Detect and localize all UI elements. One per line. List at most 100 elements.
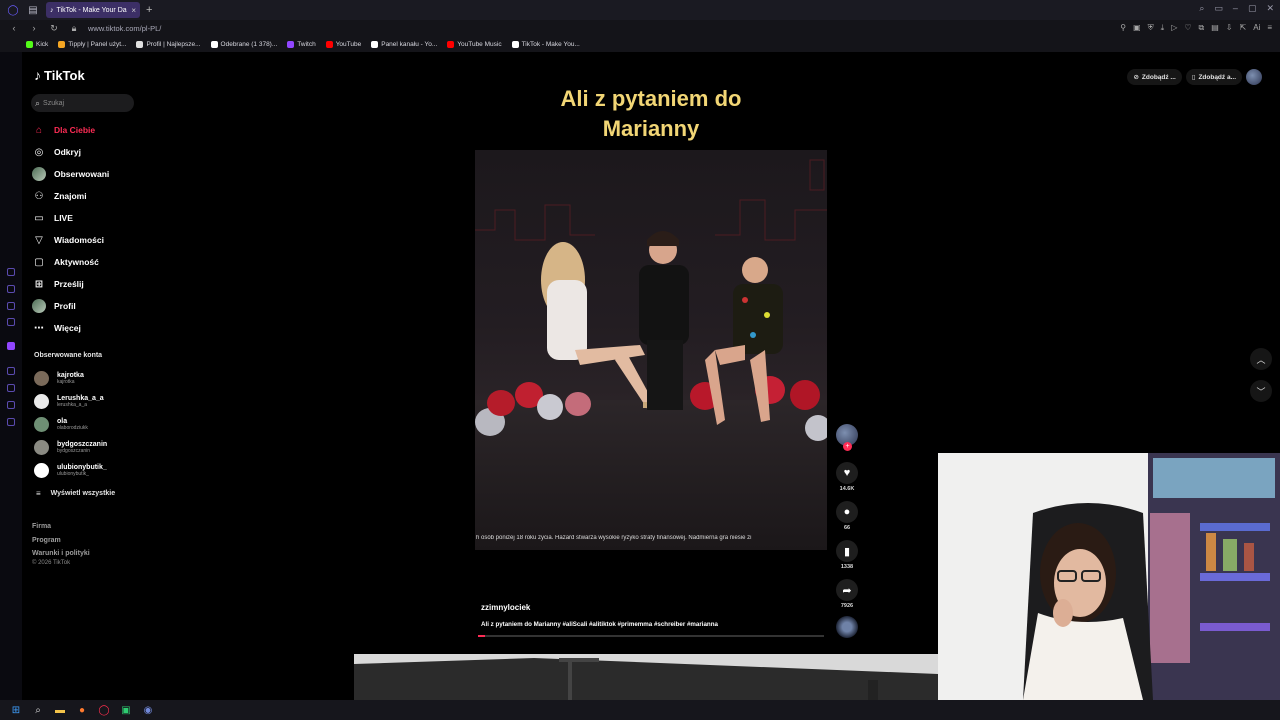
music-disc-icon[interactable] [836,616,858,638]
video-progress-bar[interactable] [478,635,824,637]
see-all-button[interactable]: ≡ Wyświetl wszystkie [36,489,115,498]
bookmark-item[interactable]: Panel kanału - Yo... [371,40,437,48]
followed-account[interactable]: ola olaborodziukk [34,413,154,436]
bookmark-item[interactable]: YouTube Music [447,40,502,48]
app-green-icon[interactable]: ▣ [120,704,132,716]
follow-plus-icon[interactable]: + [843,442,852,451]
bookmark-icon[interactable]: ▮ [836,540,858,562]
sidebar-whatsapp-icon[interactable] [7,302,15,310]
minimize-icon[interactable]: – [1233,3,1238,14]
user-avatar[interactable] [1246,69,1262,85]
next-video-icon[interactable]: ﹀ [1250,380,1272,402]
opera-menu-icon[interactable]: ◯ [6,3,20,17]
menu-icon[interactable]: ≡ [1267,23,1272,33]
bookmark-item[interactable]: Tipply | Panel użyt... [58,40,126,48]
followed-account[interactable]: ulubionybutik_ ulubionybutik_ [34,459,154,482]
followed-account[interactable]: Lerushka_a_a lerushka_a_a [34,390,154,413]
sidebar-history-icon[interactable] [7,384,15,392]
shield-icon[interactable]: ⛨ [1148,23,1154,33]
forward-icon[interactable]: › [28,23,40,33]
sidebar-messenger-icon[interactable] [7,285,15,293]
nav-item-9[interactable]: ⋯ Więcej [32,317,142,339]
extensions-icon[interactable]: ⧉ [1199,23,1205,33]
followed-account[interactable]: bydgoszczanin bydgoszczanin [34,436,154,459]
wallet-icon[interactable]: ▤ [1211,23,1219,33]
previous-video-icon[interactable]: ︿ [1250,348,1272,370]
maximize-icon[interactable]: ▢ [1248,3,1257,14]
nav-item-5[interactable]: ▽ Wiadomości [32,229,142,251]
footer-link-program[interactable]: Program [32,534,90,548]
tab-tiktok[interactable]: ♪ TikTok - Make Your Da × [46,2,140,18]
profile-icon [32,299,46,313]
nav-item-0[interactable]: ⌂ Dla Ciebie [32,119,142,141]
nav-item-8[interactable]: Profil [32,295,142,317]
windows-search-icon[interactable]: ⌕ [32,704,44,716]
like-action[interactable]: ♥ 14.6K [836,462,858,492]
opera-gx-icon[interactable]: ◯ [98,704,110,716]
sidebar-bookmarks-icon[interactable] [7,401,15,409]
sidebar-settings-icon[interactable] [7,418,15,426]
download-icon[interactable]: ⤓ [1161,23,1165,33]
file-explorer-icon[interactable]: ▬ [54,704,66,716]
nav-item-1[interactable]: ◎ Odkryj [32,141,142,163]
snapshot-icon[interactable]: ▭ [1214,3,1223,14]
pin-icon[interactable]: ⚲ [1120,23,1126,33]
windows-start-icon[interactable]: ⊞ [10,704,22,716]
reload-icon[interactable]: ↻ [48,23,60,34]
nav-label: Odkryj [54,147,81,157]
save-action[interactable]: ▮ 1338 [836,540,858,570]
discord-icon[interactable]: ◉ [142,704,154,716]
nav-item-2[interactable]: Obserwowani [32,163,142,185]
account-name: bydgoszczanin [57,441,108,448]
footer-link-company[interactable]: Firma [32,520,90,534]
heart-icon[interactable]: ♥ [836,462,858,484]
lock-icon: 🔒︎ [71,22,77,33]
play-icon[interactable]: ▷ [1171,23,1177,33]
new-tab-icon[interactable]: + [146,4,152,16]
bookmark-item[interactable]: Profil | Najlepsze... [136,40,201,48]
video-player[interactable] [475,150,827,550]
share-icon[interactable]: ⇱ [1240,23,1247,33]
bookmark-item[interactable]: TikTok - Make You... [511,40,580,48]
get-coins-button[interactable]: ⊘ Zdobądź ... [1127,69,1182,85]
video-author[interactable]: zzimnylociek [481,603,530,612]
sidebar-player-icon[interactable] [7,367,15,375]
bookmark-item[interactable]: Odebrane (1 378)... [210,40,278,48]
tab-list-icon[interactable]: ▤ [26,3,40,17]
get-app-button[interactable]: ▯ Zdobądź a... [1185,69,1242,85]
bookmark-item[interactable]: Twitch [287,40,316,48]
search-tabs-icon[interactable]: ⌕ [1199,3,1204,14]
share-action[interactable]: ➦ 7926 [836,579,858,609]
downloads-icon[interactable]: ⇩ [1226,23,1233,33]
bookmark-item[interactable]: YouTube [325,40,361,48]
nav-item-6[interactable]: ▢ Aktywność [32,251,142,273]
bookmark-label: Odebrane (1 378)... [220,40,278,48]
next-video-preview[interactable] [354,654,938,700]
bookmark-item[interactable]: Kick [26,40,48,48]
search-input[interactable]: Szukaj [43,100,64,107]
share-arrow-icon[interactable]: ➦ [836,579,858,601]
comment-action[interactable]: ● 66 [836,501,858,531]
tab-close-icon[interactable]: × [131,6,136,15]
footer-link-terms[interactable]: Warunki i polityki [32,547,90,561]
sidebar-aria-icon[interactable] [7,268,15,276]
back-icon[interactable]: ‹ [8,23,20,33]
nav-item-7[interactable]: ⊞ Prześlij [32,273,142,295]
close-window-icon[interactable]: ✕ [1266,3,1274,14]
url-input[interactable]: www.tiktok.com/pl-PL/ [88,24,161,33]
followed-account[interactable]: kajrotka kajrotka [34,367,154,390]
sidebar-instagram-icon[interactable] [7,318,15,326]
firefox-icon[interactable]: ● [76,704,88,716]
brand-name: TikTok [44,67,85,83]
nav-item-3[interactable]: ⚇ Znajomi [32,185,142,207]
tiktok-logo[interactable]: ♪ TikTok [34,67,85,83]
search-box[interactable]: ⌕ Szukaj [31,94,134,112]
camera-icon[interactable]: ▣ [1133,23,1141,33]
heart-icon[interactable]: ♡ [1184,23,1191,33]
account-handle: lerushka_a_a [57,402,88,408]
bookmark-favicon-icon [287,40,295,48]
sidebar-twitch-icon[interactable] [7,342,15,350]
comment-icon[interactable]: ● [836,501,858,523]
nav-item-4[interactable]: ▭ LIVE [32,207,142,229]
ai-icon[interactable]: Ai [1253,23,1260,33]
